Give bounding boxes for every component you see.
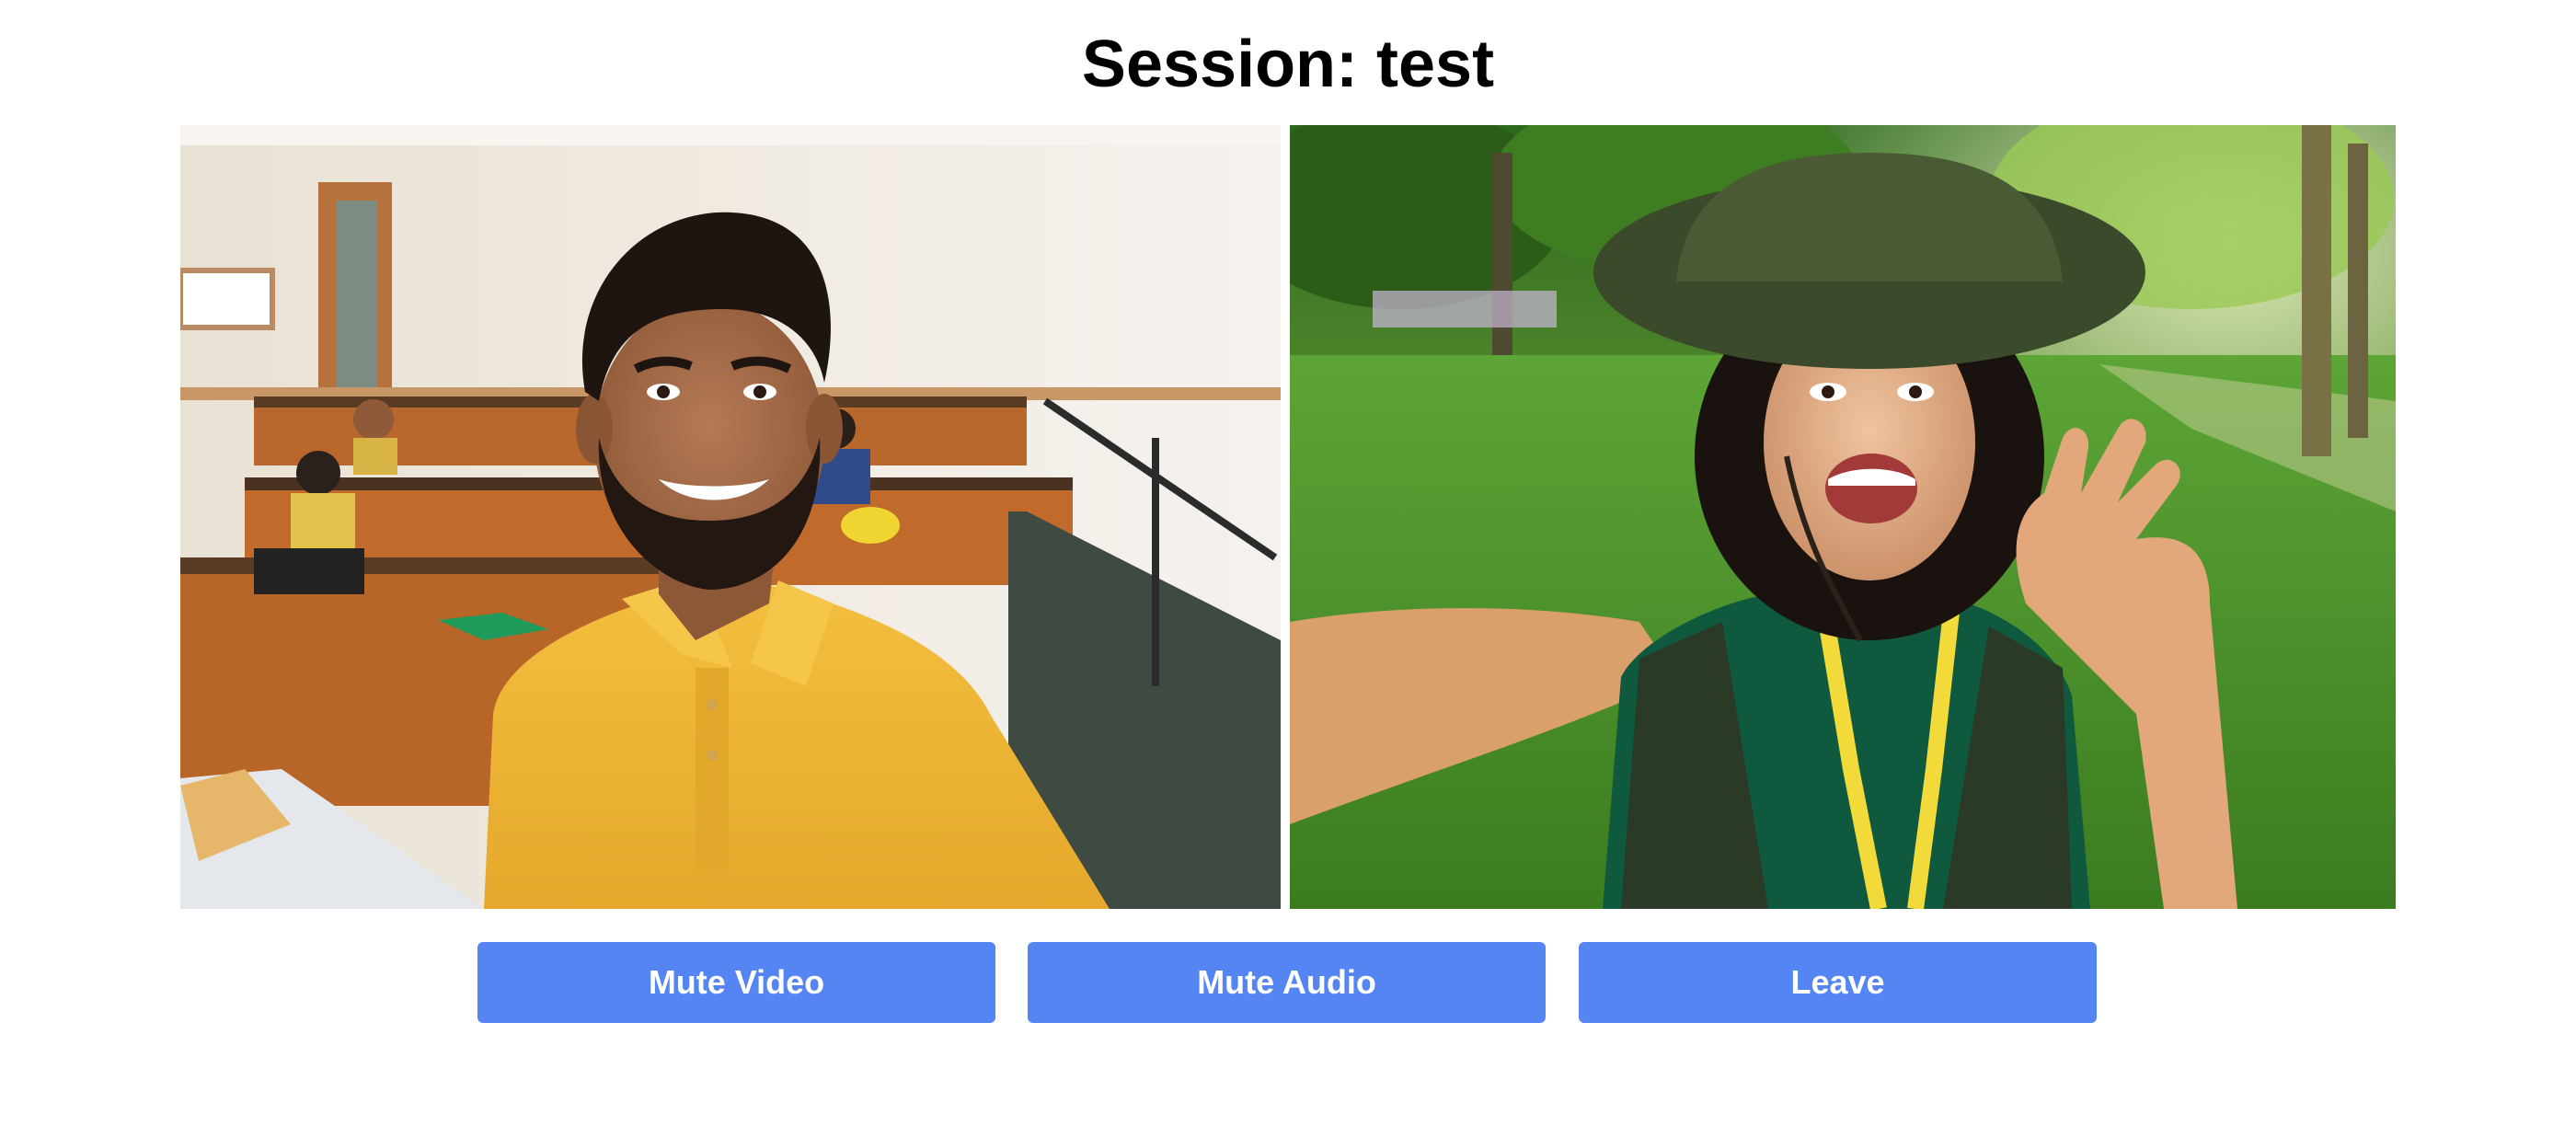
mute-audio-button[interactable]: Mute Audio <box>1028 942 1546 1023</box>
mute-video-button[interactable]: Mute Video <box>477 942 995 1023</box>
leave-button[interactable]: Leave <box>1579 942 2097 1023</box>
video-frame-classroom <box>180 125 1281 909</box>
video-tile-participant-2 <box>1290 125 2396 909</box>
session-page: Session: test Mute Video Mute Audio Leav… <box>0 0 2576 1126</box>
video-tile-participant-1 <box>180 125 1281 909</box>
video-frame-park <box>1290 125 2396 909</box>
page-title: Session: test <box>1081 28 1495 101</box>
